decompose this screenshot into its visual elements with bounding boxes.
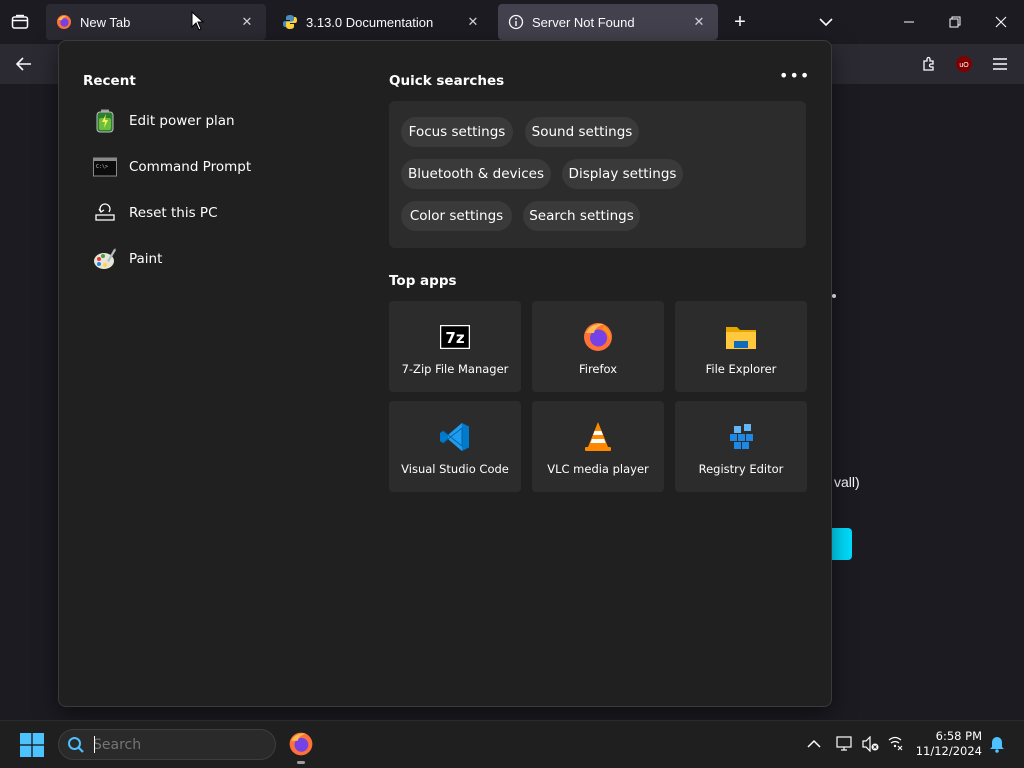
try-again-button[interactable] [832, 528, 852, 560]
network-icon[interactable] [834, 733, 856, 755]
recent-heading: Recent [83, 73, 136, 89]
svg-text:C:\>: C:\> [96, 164, 108, 170]
svg-text:uO: uO [959, 62, 969, 69]
app-tile-vlc[interactable]: VLC media player [532, 401, 664, 492]
close-window-icon[interactable] [986, 10, 1016, 34]
tab-server-not-found[interactable]: Server Not Found ✕ [498, 4, 718, 40]
recent-item-reset-this-pc[interactable]: Reset this PC [83, 193, 343, 233]
terminal-icon: C:\> [93, 155, 117, 179]
7zip-icon: 7z [439, 321, 471, 353]
app-label: VLC media player [547, 462, 649, 476]
chip-sound-settings[interactable]: Sound settings [525, 117, 639, 147]
tab-title: Server Not Found [532, 14, 635, 30]
chip-color-settings[interactable]: Color settings [401, 201, 512, 231]
text-caret [94, 736, 95, 753]
mouse-cursor-icon [191, 10, 205, 31]
tab-title: New Tab [80, 14, 131, 30]
notification-bell-icon[interactable] [986, 733, 1008, 755]
app-tile-file-explorer[interactable]: File Explorer [675, 301, 807, 392]
search-input[interactable] [93, 734, 263, 755]
chevron-down-icon[interactable] [814, 12, 838, 32]
clock-date: 11/12/2024 [915, 744, 982, 758]
app-label: Visual Studio Code [401, 462, 509, 476]
recent-item-label: Reset this PC [129, 205, 218, 221]
firefox-icon [56, 14, 72, 30]
top-apps-heading: Top apps [389, 273, 457, 289]
clock[interactable]: 6:58 PM 11/12/2024 [912, 729, 982, 759]
close-tab-icon[interactable]: ✕ [690, 13, 708, 31]
app-tile-registry-editor[interactable]: Registry Editor [675, 401, 807, 492]
folder-icon [725, 321, 757, 353]
tab-title: 3.13.0 Documentation [306, 14, 434, 30]
app-tile-7zip[interactable]: 7z 7-Zip File Manager [389, 301, 521, 392]
chevron-up-icon[interactable] [803, 733, 825, 755]
minimize-icon[interactable] [894, 10, 924, 34]
chip-search-settings[interactable]: Search settings [523, 201, 640, 231]
page-text-fragment: vall) [834, 474, 860, 490]
more-options-icon[interactable]: ••• [779, 68, 809, 89]
recent-item-label: Paint [129, 251, 163, 267]
tab-new-tab[interactable]: New Tab ✕ [46, 4, 266, 40]
chip-focus-settings[interactable]: Focus settings [401, 117, 513, 147]
registry-icon [725, 421, 757, 453]
recent-item-label: Edit power plan [129, 113, 235, 129]
ublock-origin-icon[interactable]: uO [952, 52, 976, 76]
taskbar: 6:58 PM 11/12/2024 [0, 720, 1024, 768]
extensions-icon[interactable] [917, 52, 941, 76]
svg-text:7z: 7z [445, 329, 464, 347]
recent-item-label: Command Prompt [129, 159, 252, 175]
page-dot [832, 294, 836, 298]
app-tile-vscode[interactable]: Visual Studio Code [389, 401, 521, 492]
tab-documentation[interactable]: 3.13.0 Documentation ✕ [272, 4, 492, 40]
reset-pc-icon [93, 201, 117, 225]
clock-time: 6:58 PM [935, 729, 982, 743]
volume-muted-icon[interactable] [860, 733, 882, 755]
app-label: Registry Editor [698, 462, 784, 476]
recent-item-command-prompt[interactable]: C:\> Command Prompt [83, 147, 343, 187]
new-tab-icon[interactable]: + [728, 12, 752, 32]
paint-icon [93, 247, 117, 271]
battery-status-icon[interactable] [884, 733, 906, 755]
browser-tab-bar: New Tab ✕ 3.13.0 Documentation ✕ Server … [0, 0, 1024, 44]
firefox-icon [582, 321, 614, 353]
app-label: 7-Zip File Manager [401, 362, 509, 376]
running-indicator [297, 761, 305, 764]
taskbar-search[interactable] [58, 729, 276, 760]
chip-display-settings[interactable]: Display settings [562, 159, 683, 189]
back-arrow-icon[interactable] [12, 52, 36, 76]
taskbar-firefox-icon[interactable] [286, 729, 316, 759]
recent-item-edit-power-plan[interactable]: Edit power plan [83, 101, 343, 141]
info-icon [508, 14, 524, 30]
close-tab-icon[interactable]: ✕ [238, 13, 256, 31]
windows-start-icon[interactable] [20, 733, 44, 757]
close-tab-icon[interactable]: ✕ [464, 13, 482, 31]
chip-bluetooth-devices[interactable]: Bluetooth & devices [401, 159, 551, 189]
battery-icon [93, 109, 117, 133]
vscode-icon [439, 421, 471, 453]
app-tile-firefox[interactable]: Firefox [532, 301, 664, 392]
recent-item-paint[interactable]: Paint [83, 239, 343, 279]
hamburger-menu-icon[interactable] [988, 52, 1012, 76]
restore-icon[interactable] [940, 10, 970, 34]
vlc-icon [582, 421, 614, 453]
app-label: File Explorer [705, 362, 777, 376]
quick-searches-panel: Focus settings Sound settings Bluetooth … [389, 101, 806, 248]
start-menu: Recent Edit power plan C:\> Command Prom… [58, 40, 832, 707]
app-label: Firefox [578, 362, 618, 376]
quick-searches-heading: Quick searches [389, 73, 505, 89]
firefox-view-button[interactable] [8, 10, 32, 34]
search-icon [67, 736, 85, 754]
python-icon [282, 14, 298, 30]
